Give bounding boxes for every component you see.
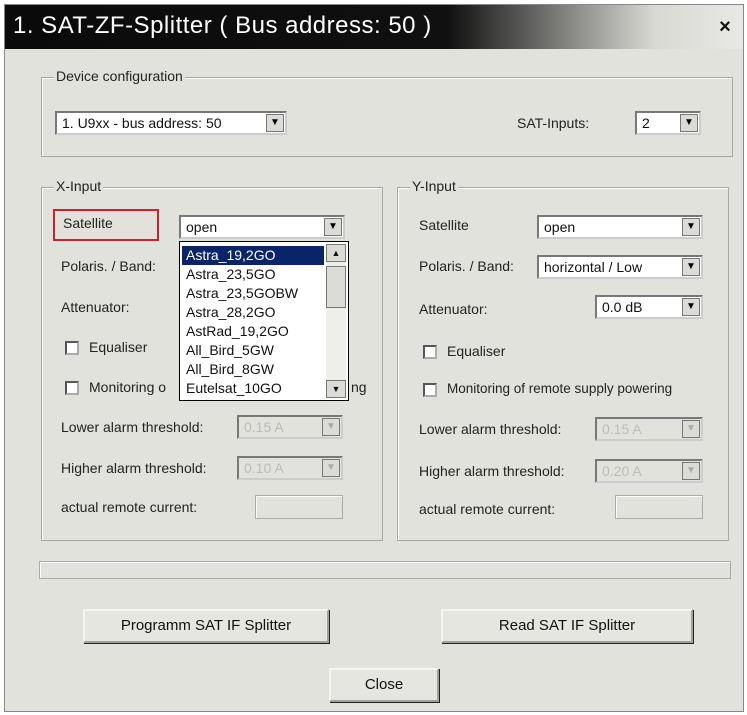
chevron-down-icon[interactable]: ▼ — [322, 418, 340, 436]
x-lower-threshold-select[interactable]: 0.15 A ▼ — [237, 415, 343, 439]
scroll-down-icon[interactable]: ▼ — [326, 380, 346, 398]
program-splitter-button[interactable]: Programm SAT IF Splitter — [83, 609, 329, 643]
x-input-legend: X-Input — [54, 178, 104, 194]
y-higher-threshold-label: Higher alarm threshold: — [419, 463, 565, 479]
y-polaris-select[interactable]: horizontal / Low ▼ — [537, 255, 703, 279]
device-select[interactable]: 1. U9xx - bus address: 50 ▼ — [55, 111, 287, 135]
x-satellite-label: Satellite — [63, 215, 113, 231]
sat-inputs-label: SAT-Inputs: — [517, 115, 590, 131]
y-polaris-value: horizontal / Low — [544, 259, 643, 275]
x-higher-threshold-label: Higher alarm threshold: — [61, 460, 207, 476]
y-lower-threshold-value: 0.15 A — [602, 421, 642, 437]
x-polaris-label: Polaris. / Band: — [61, 258, 156, 274]
y-actual-current-label: actual remote current: — [419, 501, 556, 517]
y-higher-threshold-value: 0.20 A — [602, 463, 642, 479]
x-higher-threshold-value: 0.10 A — [244, 460, 284, 476]
y-satellite-select[interactable]: open ▼ — [537, 215, 703, 239]
x-satellite-value: open — [186, 219, 218, 235]
chevron-down-icon[interactable]: ▼ — [682, 462, 700, 480]
read-splitter-button[interactable]: Read SAT IF Splitter — [441, 609, 693, 643]
window-title: 1. SAT-ZF-Splitter ( Bus address: 50 ) — [13, 12, 432, 39]
x-attenuator-label: Attenuator: — [61, 299, 130, 315]
x-equaliser-checkbox[interactable] — [65, 341, 79, 355]
chevron-down-icon[interactable]: ▼ — [682, 258, 700, 276]
y-attenuator-select[interactable]: 0.0 dB ▼ — [595, 295, 703, 319]
sat-inputs-select[interactable]: 2 ▼ — [635, 111, 701, 135]
dialog-window: 1. SAT-ZF-Splitter ( Bus address: 50 ) ×… — [4, 4, 744, 712]
x-equaliser-label: Equaliser — [89, 339, 148, 355]
close-button[interactable]: Close — [329, 668, 439, 702]
chevron-down-icon[interactable]: ▼ — [322, 459, 340, 477]
y-satellite-value: open — [544, 219, 576, 235]
scrollbar-thumb[interactable] — [326, 266, 346, 308]
y-attenuator-value: 0.0 dB — [602, 299, 643, 315]
dropdown-option[interactable]: All_Bird_8GW — [182, 360, 324, 379]
y-satellite-label: Satellite — [419, 217, 469, 233]
progress-bar — [39, 561, 731, 579]
sat-inputs-value: 2 — [642, 115, 650, 131]
y-lower-threshold-label: Lower alarm threshold: — [419, 421, 562, 437]
y-monitoring-checkbox[interactable] — [423, 383, 437, 397]
x-satellite-select[interactable]: open ▼ — [179, 215, 345, 239]
y-lower-threshold-select[interactable]: 0.15 A ▼ — [595, 417, 703, 441]
y-actual-current-field — [615, 495, 703, 519]
x-monitoring-label-tail: ng — [351, 379, 367, 395]
chevron-down-icon[interactable]: ▼ — [266, 114, 284, 132]
scroll-up-icon[interactable]: ▲ — [326, 244, 346, 262]
chevron-down-icon[interactable]: ▼ — [682, 420, 700, 438]
y-equaliser-checkbox[interactable] — [423, 345, 437, 359]
chevron-down-icon[interactable]: ▼ — [324, 218, 342, 236]
dropdown-scrollbar[interactable]: ▲ ▼ — [326, 244, 346, 398]
chevron-down-icon[interactable]: ▼ — [682, 218, 700, 236]
dropdown-option[interactable]: Astra_23,5GO — [182, 265, 324, 284]
y-polaris-label: Polaris. / Band: — [419, 258, 514, 274]
y-higher-threshold-select[interactable]: 0.20 A ▼ — [595, 459, 703, 483]
y-attenuator-label: Attenuator: — [419, 301, 488, 317]
x-monitoring-label: Monitoring o — [89, 379, 167, 395]
x-lower-threshold-value: 0.15 A — [244, 419, 284, 435]
device-configuration-legend: Device configuration — [54, 68, 185, 84]
title-bar[interactable]: 1. SAT-ZF-Splitter ( Bus address: 50 ) × — [5, 5, 743, 49]
x-higher-threshold-select[interactable]: 0.10 A ▼ — [237, 456, 343, 480]
dropdown-option[interactable]: Eutelsat_10GO — [182, 379, 324, 398]
dropdown-option[interactable]: AstRad_19,2GO — [182, 322, 324, 341]
x-lower-threshold-label: Lower alarm threshold: — [61, 419, 204, 435]
x-monitoring-checkbox[interactable] — [65, 381, 79, 395]
satellite-dropdown-list: Astra_19,2GO Astra_23,5GO Astra_23,5GOBW… — [179, 241, 349, 401]
chevron-down-icon[interactable]: ▼ — [682, 298, 700, 316]
dropdown-option[interactable]: Astra_23,5GOBW — [182, 284, 324, 303]
chevron-down-icon[interactable]: ▼ — [680, 114, 698, 132]
x-actual-current-label: actual remote current: — [61, 499, 198, 515]
y-equaliser-label: Equaliser — [447, 343, 506, 359]
y-input-legend: Y-Input — [410, 178, 458, 194]
dropdown-option[interactable]: Astra_28,2GO — [182, 303, 324, 322]
dropdown-option[interactable]: All_Bird_5GW — [182, 341, 324, 360]
x-actual-current-field — [255, 495, 343, 519]
y-input-group: Y-Input — [397, 178, 729, 541]
dropdown-option[interactable]: Astra_19,2GO — [182, 246, 324, 265]
y-monitoring-label: Monitoring of remote supply powering — [447, 381, 673, 396]
close-icon[interactable]: × — [713, 15, 737, 39]
device-select-value: 1. U9xx - bus address: 50 — [62, 115, 222, 131]
